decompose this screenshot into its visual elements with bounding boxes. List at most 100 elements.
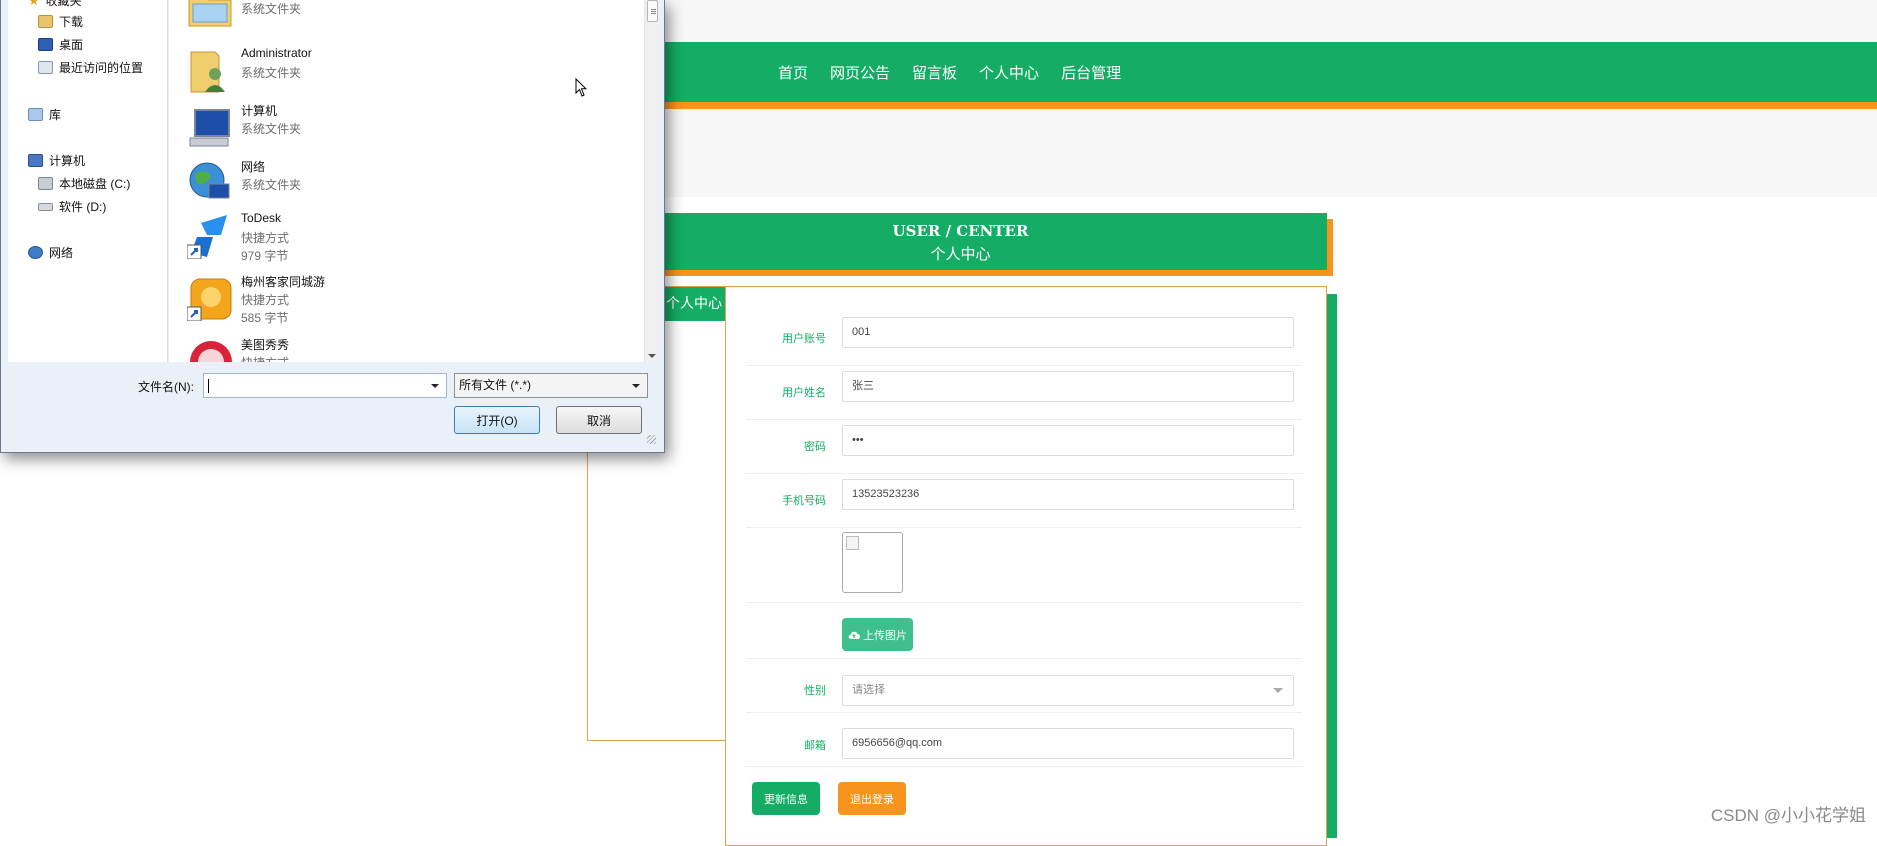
nav-admin[interactable]: 后台管理 (1061, 62, 1121, 83)
cancel-button[interactable]: 取消 (556, 406, 642, 434)
nav-personal-center[interactable]: 个人中心 (979, 62, 1039, 83)
file-name: 网络 (241, 158, 265, 175)
meitu-shortcut-icon (187, 338, 233, 362)
download-folder-icon (38, 15, 53, 28)
filename-input[interactable] (203, 373, 447, 398)
nav-libraries[interactable]: 库 (28, 106, 61, 123)
logout-button[interactable]: 退出登录 (838, 782, 906, 815)
user-folder-icon (187, 48, 233, 94)
file-item-network[interactable]: 网络 系统文件夹 (187, 158, 627, 210)
file-item-todesk[interactable]: ToDesk 快捷方式 979 字节 (187, 211, 627, 263)
nav-desktop[interactable]: 桌面 (38, 36, 83, 53)
phone-row: 手机号码 13523523236 (746, 474, 1302, 528)
nav-recent-places[interactable]: 最近访问的位置 (38, 59, 143, 76)
phone-label: 手机号码 (746, 492, 826, 508)
nav-favorites-label: 收藏夹 (46, 0, 82, 9)
file-name: 梅州客家同城游 (241, 273, 325, 290)
account-label: 用户账号 (746, 330, 826, 346)
library-folder-icon (187, 0, 233, 30)
nav-local-disk-c[interactable]: 本地磁盘 (C:) (38, 175, 130, 192)
open-button[interactable]: 打开(O) (454, 406, 540, 434)
app-shortcut-icon (187, 275, 233, 321)
chevron-down-icon (632, 384, 640, 388)
scrollbar-thumb[interactable] (647, 0, 658, 22)
name-label: 用户姓名 (746, 384, 826, 400)
nav-favorites[interactable]: ★ 收藏夹 (28, 0, 82, 9)
local-disk-icon (38, 177, 53, 190)
broken-image-icon (846, 536, 859, 550)
center-header: USER / CENTER 个人中心 (594, 213, 1327, 270)
nav-drive-d[interactable]: 软件 (D:) (38, 198, 106, 215)
file-type: 快捷方式 (241, 354, 289, 362)
phone-input[interactable]: 13523523236 (842, 479, 1294, 510)
file-type: 快捷方式 (241, 291, 289, 308)
scroll-down-arrow-icon[interactable] (648, 354, 656, 358)
center-title-cn: 个人中心 (594, 243, 1327, 264)
grip-line (651, 9, 656, 10)
file-item-meizhou[interactable]: 梅州客家同城游 快捷方式 585 字节 (187, 273, 627, 325)
nav-network-label: 网络 (49, 244, 73, 261)
nav-downloads-label: 下载 (59, 13, 83, 30)
file-item-meitu[interactable]: 美图秀秀 快捷方式 (187, 336, 627, 362)
nav-recent-places-label: 最近访问的位置 (59, 59, 143, 76)
file-open-dialog: ★ 收藏夹 下载 桌面 最近访问的位置 库 计算机 本地磁盘 (C:) (0, 0, 665, 453)
upload-image-label: 上传图片 (863, 627, 907, 643)
file-item-administrator[interactable]: Administrator 系统文件夹 (187, 46, 627, 98)
gender-label: 性别 (746, 682, 826, 698)
nav-network[interactable]: 网络 (28, 244, 73, 261)
account-input[interactable]: 001 (842, 317, 1294, 348)
nav-desktop-label: 桌面 (59, 36, 83, 53)
chevron-down-icon[interactable] (431, 384, 439, 388)
grip-line (651, 13, 656, 14)
file-type-select[interactable]: 所有文件 (*.*) (454, 373, 648, 398)
nav-computer[interactable]: 计算机 (28, 152, 85, 169)
dialog-bottom-bar: 文件名(N): 所有文件 (*.*) 打开(O) 取消 (8, 362, 659, 447)
nav-home[interactable]: 首页 (778, 62, 808, 83)
file-item-computer[interactable]: 计算机 系统文件夹 (187, 102, 627, 154)
file-list-scrollbar[interactable] (644, 0, 659, 362)
library-icon (28, 108, 43, 121)
account-row: 用户账号 001 (746, 312, 1302, 366)
nav-local-disk-c-label: 本地磁盘 (C:) (59, 175, 130, 192)
mouse-pointer-icon (575, 78, 587, 98)
password-input[interactable]: ••• (842, 425, 1294, 456)
cloud-upload-icon (848, 630, 860, 640)
avatar-preview (842, 532, 903, 593)
upload-image-button[interactable]: 上传图片 (842, 618, 913, 651)
filename-label: 文件名(N): (138, 378, 194, 395)
gender-select[interactable]: 请选择 (842, 675, 1294, 706)
nav-downloads[interactable]: 下载 (38, 13, 83, 30)
email-input[interactable]: 6956656@qq.com (842, 728, 1294, 759)
dialog-nav-pane: ★ 收藏夹 下载 桌面 最近访问的位置 库 计算机 本地磁盘 (C:) (8, 0, 168, 362)
gender-row: 性别 请选择 (746, 666, 1302, 713)
desktop-icon (38, 38, 53, 51)
avatar-row (746, 532, 1302, 603)
password-label: 密码 (746, 438, 826, 454)
text-caret (208, 379, 209, 393)
grip-line (651, 11, 656, 12)
file-type: 系统文件夹 (241, 120, 301, 137)
star-icon: ★ (28, 0, 40, 9)
network-globe-icon (187, 160, 233, 206)
resize-grip-icon[interactable] (647, 435, 656, 444)
gender-select-value: 请选择 (852, 684, 885, 696)
computer-icon (28, 154, 43, 167)
nav-announcements[interactable]: 网页公告 (830, 62, 890, 83)
email-label: 邮箱 (746, 737, 826, 753)
computer-icon (187, 104, 233, 150)
drive-icon (38, 203, 53, 211)
file-name: 美图秀秀 (241, 336, 289, 353)
upload-row: 上传图片 (746, 618, 1302, 659)
file-item-libraries[interactable]: 库 系统文件夹 (187, 0, 627, 34)
password-row: 密码 ••• (746, 420, 1302, 474)
file-type: 系统文件夹 (241, 176, 301, 193)
nav-message-board[interactable]: 留言板 (912, 62, 957, 83)
name-input[interactable]: 张三 (842, 371, 1294, 402)
main-nav: 首页 网页公告 留言板 个人中心 后台管理 (778, 42, 1121, 102)
network-icon (28, 246, 43, 259)
name-row: 用户姓名 张三 (746, 366, 1302, 420)
file-type: 系统文件夹 (241, 0, 301, 17)
file-size: 585 字节 (241, 309, 288, 326)
file-type: 系统文件夹 (241, 64, 301, 81)
update-info-button[interactable]: 更新信息 (752, 782, 820, 815)
